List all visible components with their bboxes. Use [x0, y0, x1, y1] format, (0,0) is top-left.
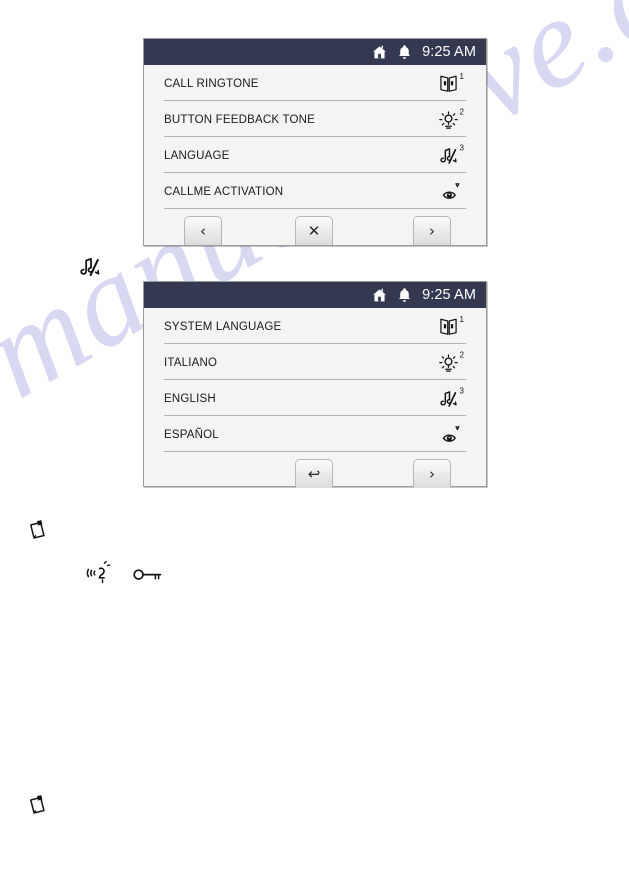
mute-note-icon: [80, 256, 102, 278]
close-icon: ✕: [307, 221, 321, 240]
menu-list: CALL RINGTONE 1 BUTTON FEEDBACK TONE 2 L…: [144, 65, 486, 209]
menu-item-button-feedback-tone[interactable]: BUTTON FEEDBACK TONE 2: [164, 101, 466, 137]
menu-item-callme-activation[interactable]: CALLME ACTIVATION: [164, 173, 466, 209]
menu-item-english[interactable]: ENGLISH 3: [164, 380, 466, 416]
softkey-bar: ‹ ✕ ›: [144, 216, 486, 246]
status-time: 9:25 AM: [422, 287, 476, 303]
home-icon[interactable]: [372, 45, 387, 60]
eye-icon: [441, 182, 464, 201]
icon-superscript: 3: [459, 142, 464, 152]
menu-list: SYSTEM LANGUAGE 1 ITALIANO 2 ENGLISH 3 E…: [144, 308, 486, 452]
back-arrow-icon: ↩: [307, 464, 321, 483]
menu-item-system-language[interactable]: SYSTEM LANGUAGE 1: [164, 308, 466, 344]
next-button[interactable]: ›: [413, 459, 451, 488]
previous-button[interactable]: ‹: [184, 216, 222, 245]
softkey-bar: ↩ ›: [144, 459, 486, 489]
note-clipboard-icon: [26, 793, 50, 817]
menu-item-call-ringtone[interactable]: CALL RINGTONE 1: [164, 65, 466, 101]
icon-superscript: 3: [459, 385, 464, 395]
icon-superscript: 2: [459, 106, 464, 116]
brightness-sun-icon: 2: [438, 349, 464, 372]
menu-item-italiano[interactable]: ITALIANO 2: [164, 344, 466, 380]
open-book-icon: 1: [438, 71, 464, 92]
menu-item-label: ITALIANO: [164, 354, 218, 369]
icon-superscript: 2: [459, 349, 464, 359]
menu-item-label: ESPAÑOL: [164, 426, 219, 441]
status-bar: 9:25 AM: [144, 282, 486, 308]
menu-item-label: CALLME ACTIVATION: [164, 183, 284, 198]
language-menu-screen: 9:25 AM SYSTEM LANGUAGE 1 ITALIANO 2 ENG…: [143, 281, 487, 489]
key-icon: [132, 566, 164, 584]
menu-item-espanol[interactable]: ESPAÑOL: [164, 416, 466, 452]
ringing-bell-icon: [86, 560, 114, 586]
status-time: 9:25 AM: [422, 44, 476, 60]
chevron-right-icon: ›: [429, 464, 435, 483]
settings-menu-screen: 9:25 AM CALL RINGTONE 1 BUTTON FEEDBACK …: [143, 38, 487, 246]
icon-superscript: 1: [459, 314, 464, 324]
bell-icon[interactable]: [398, 44, 411, 60]
menu-item-language[interactable]: LANGUAGE 3: [164, 137, 466, 173]
eye-icon: [441, 425, 464, 444]
chevron-right-icon: ›: [429, 221, 435, 240]
mute-note-icon: 3: [439, 142, 464, 165]
menu-item-label: LANGUAGE: [164, 147, 230, 162]
menu-item-label: BUTTON FEEDBACK TONE: [164, 111, 315, 126]
back-button[interactable]: ↩: [295, 459, 333, 488]
menu-item-label: CALL RINGTONE: [164, 75, 259, 90]
status-bar: 9:25 AM: [144, 39, 486, 65]
note-clipboard-icon: [26, 518, 50, 542]
bell-icon[interactable]: [398, 287, 411, 303]
open-book-icon: 1: [438, 314, 464, 335]
mute-note-icon: 3: [439, 385, 464, 408]
menu-item-label: SYSTEM LANGUAGE: [164, 318, 282, 333]
chevron-left-icon: ‹: [200, 221, 206, 240]
icon-superscript: 1: [459, 71, 464, 81]
brightness-sun-icon: 2: [438, 106, 464, 129]
menu-item-label: ENGLISH: [164, 390, 216, 405]
close-button[interactable]: ✕: [295, 216, 333, 245]
next-button[interactable]: ›: [413, 216, 451, 245]
home-icon[interactable]: [372, 288, 387, 303]
